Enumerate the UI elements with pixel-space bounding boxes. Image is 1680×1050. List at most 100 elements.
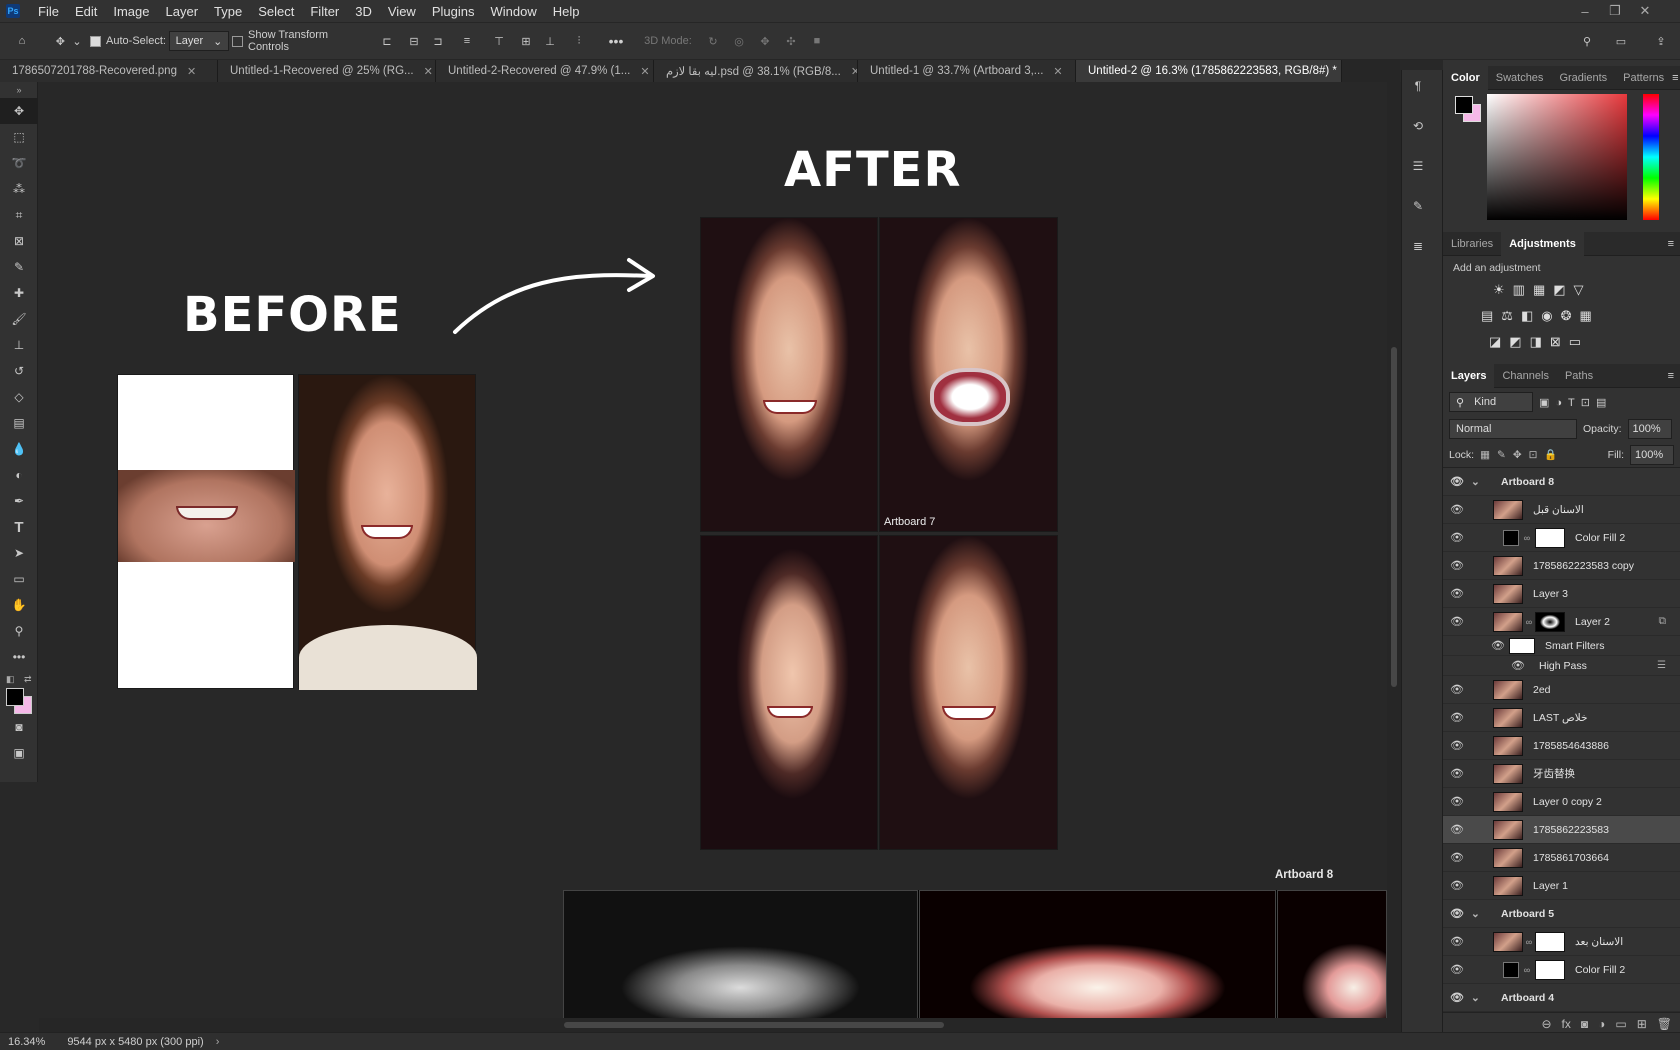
color-balance-icon[interactable]: ⚖ bbox=[1501, 308, 1513, 324]
chevron-right-icon[interactable]: › bbox=[216, 1036, 220, 1048]
hand-tool[interactable]: ✋ bbox=[0, 592, 38, 618]
gradient-tool[interactable]: ▤ bbox=[0, 410, 38, 436]
collapse-toolbar-icon[interactable]: » bbox=[0, 82, 38, 98]
visibility-eye-icon[interactable]: 👁 bbox=[1443, 907, 1471, 920]
screen-mode-button[interactable]: ▣ bbox=[0, 740, 38, 766]
tab-doc-1[interactable]: 1786507201788-Recovered.png ✕ bbox=[0, 60, 218, 82]
link-icon[interactable]: ∞ bbox=[1523, 937, 1535, 947]
distribute-vertical-button[interactable]: ⫶ bbox=[562, 22, 596, 60]
brush-tool[interactable]: 🖌 bbox=[0, 306, 38, 332]
layer-row[interactable]: 👁 ∞ Color Fill 2 bbox=[1443, 524, 1680, 552]
tab-libraries[interactable]: Libraries bbox=[1443, 232, 1501, 256]
visibility-eye-icon[interactable]: 👁 bbox=[1443, 963, 1471, 976]
menu-filter[interactable]: Filter bbox=[302, 4, 347, 19]
blur-tool[interactable]: 💧 bbox=[0, 436, 38, 462]
lock-icons[interactable]: ▦✎✥⊡🔒 bbox=[1480, 448, 1564, 461]
tab-doc-2[interactable]: Untitled-1-Recovered @ 25% (RG... ✕ bbox=[218, 60, 436, 82]
visibility-eye-icon[interactable]: 👁 bbox=[1443, 615, 1471, 628]
layer-row[interactable]: 👁 ∞ Layer 2 ⧉ bbox=[1443, 608, 1680, 636]
new-layer-icon[interactable]: ⊞ bbox=[1637, 1017, 1647, 1031]
link-icon[interactable]: ∞ bbox=[1519, 533, 1535, 543]
layer-row[interactable]: 👁 High Pass ☰ bbox=[1443, 656, 1680, 676]
layer-row[interactable]: 👁 ∞ Color Fill 2 bbox=[1443, 956, 1680, 984]
close-icon[interactable]: ✕ bbox=[187, 65, 196, 78]
workspace-button[interactable]: ▭ bbox=[1604, 22, 1638, 60]
visibility-eye-icon[interactable]: 👁 bbox=[1443, 559, 1471, 572]
chevron-down-icon[interactable]: ⌄ bbox=[1471, 908, 1491, 920]
layer-mask-thumbnail[interactable] bbox=[1535, 611, 1565, 632]
filter-options-icon[interactable]: ☰ bbox=[1657, 660, 1680, 671]
align-center-button[interactable]: ⊟ bbox=[402, 22, 426, 60]
layer-row[interactable]: 👁 1785862223583 bbox=[1443, 816, 1680, 844]
layer-row[interactable]: 👁 2ed bbox=[1443, 676, 1680, 704]
menu-view[interactable]: View bbox=[380, 4, 424, 19]
visibility-eye-icon[interactable]: 👁 bbox=[1443, 823, 1471, 836]
menu-plugins[interactable]: Plugins bbox=[424, 4, 483, 19]
levels-icon[interactable]: ▥ bbox=[1513, 282, 1525, 298]
move-tool[interactable]: ✥ bbox=[0, 98, 38, 124]
tab-doc-6[interactable]: Untitled-2 @ 16.3% (1785862223583, RGB/8… bbox=[1076, 60, 1342, 82]
layer-row[interactable]: 👁 ∞ الاسنان بعد bbox=[1443, 928, 1680, 956]
menu-edit[interactable]: Edit bbox=[67, 4, 105, 19]
tab-doc-4[interactable]: ليه بقا لازم.psd @ 38.1% (RGB/8... ✕ bbox=[654, 60, 858, 82]
filter-type-icons[interactable]: ▣◑T⊡▤ bbox=[1539, 396, 1612, 409]
hue-sat-icon[interactable]: ▤ bbox=[1481, 308, 1493, 324]
3d-roll-button[interactable]: ◎ bbox=[726, 22, 752, 60]
rectangle-tool[interactable]: ▭ bbox=[0, 566, 38, 592]
add-mask-icon[interactable]: ◙ bbox=[1581, 1017, 1588, 1031]
horizontal-scrollbar[interactable] bbox=[39, 1018, 1387, 1032]
search-button[interactable]: ⚲ bbox=[1574, 22, 1600, 60]
layer-row[interactable]: 👁 الاسنان قبل bbox=[1443, 496, 1680, 524]
posterize-icon[interactable]: ◩ bbox=[1509, 334, 1521, 350]
dodge-tool[interactable]: ◐ bbox=[0, 462, 38, 488]
color-lookup-icon[interactable]: ▦ bbox=[1580, 308, 1592, 324]
tab-color[interactable]: Color bbox=[1443, 65, 1488, 90]
layer-row[interactable]: 👁 1785854643886 bbox=[1443, 732, 1680, 760]
zoom-level[interactable]: 16.34% bbox=[0, 1036, 55, 1048]
layer-mask-thumbnail[interactable] bbox=[1535, 527, 1565, 548]
history-panel-button[interactable]: ⟲ bbox=[1410, 118, 1426, 134]
type-tool[interactable]: T bbox=[0, 514, 38, 540]
visibility-eye-icon[interactable]: 👁 bbox=[1443, 767, 1471, 780]
foreground-color-swatch[interactable] bbox=[6, 688, 24, 706]
more-options-button[interactable]: ••• bbox=[596, 22, 636, 60]
visibility-eye-icon[interactable]: 👁 bbox=[1443, 851, 1471, 864]
channel-mixer-icon[interactable]: ❂ bbox=[1561, 308, 1572, 324]
artboard8-label[interactable]: Artboard 8 bbox=[1275, 869, 1333, 881]
scroll-thumb[interactable] bbox=[564, 1022, 944, 1028]
fill-color-thumbnail[interactable] bbox=[1503, 961, 1519, 978]
tab-doc-5[interactable]: Untitled-1 @ 33.7% (Artboard 3,... ✕ bbox=[858, 60, 1076, 82]
menu-select[interactable]: Select bbox=[250, 4, 302, 19]
panel-menu-icon[interactable]: ≡ bbox=[1668, 238, 1680, 250]
threshold-icon[interactable]: ◨ bbox=[1530, 334, 1542, 350]
layer-mask-thumbnail[interactable] bbox=[1535, 931, 1565, 952]
visibility-eye-icon[interactable]: 👁 bbox=[1443, 935, 1471, 948]
eraser-tool[interactable]: ◇ bbox=[0, 384, 38, 410]
fx-icon[interactable]: fx bbox=[1562, 1017, 1571, 1031]
align-left-button[interactable]: ⊏ bbox=[372, 22, 402, 60]
link-icon[interactable]: ∞ bbox=[1523, 617, 1535, 627]
align-right-button[interactable]: ⊐ bbox=[426, 22, 450, 60]
exposure-icon[interactable]: ◩ bbox=[1553, 282, 1565, 298]
tab-gradients[interactable]: Gradients bbox=[1551, 66, 1615, 90]
show-transform-checkbox[interactable]: Show Transform Controls bbox=[232, 22, 372, 60]
visibility-eye-icon[interactable]: 👁 bbox=[1443, 683, 1471, 696]
quick-select-tool[interactable]: ⁂ bbox=[0, 176, 38, 202]
new-group-icon[interactable]: ▭ bbox=[1615, 1017, 1626, 1031]
panel-menu-icon[interactable]: ≡ bbox=[1668, 370, 1680, 382]
black-white-icon[interactable]: ◧ bbox=[1521, 308, 1533, 324]
layer-group-row[interactable]: 👁 ⌄ Artboard 8 bbox=[1443, 468, 1680, 496]
menu-3d[interactable]: 3D bbox=[347, 4, 380, 19]
selective-color-icon[interactable]: ⊠ bbox=[1550, 334, 1561, 350]
visibility-eye-icon[interactable]: 👁 bbox=[1443, 991, 1471, 1004]
close-icon[interactable]: ✕ bbox=[1053, 65, 1062, 78]
chevron-down-icon[interactable]: ⌄ bbox=[1471, 992, 1491, 1004]
fill-color-thumbnail[interactable] bbox=[1503, 529, 1519, 546]
auto-select-checkbox[interactable]: Auto-Select: bbox=[90, 22, 166, 60]
adjust-panel-button[interactable]: ≣ bbox=[1410, 238, 1426, 254]
panel-menu-icon[interactable]: ≡ bbox=[1672, 72, 1680, 84]
menu-window[interactable]: Window bbox=[482, 4, 544, 19]
lasso-tool[interactable]: ➰ bbox=[0, 150, 38, 176]
share-button[interactable]: ⇪ bbox=[1648, 22, 1674, 60]
tab-doc-3[interactable]: Untitled-2-Recovered @ 47.9% (1... ✕ bbox=[436, 60, 654, 82]
